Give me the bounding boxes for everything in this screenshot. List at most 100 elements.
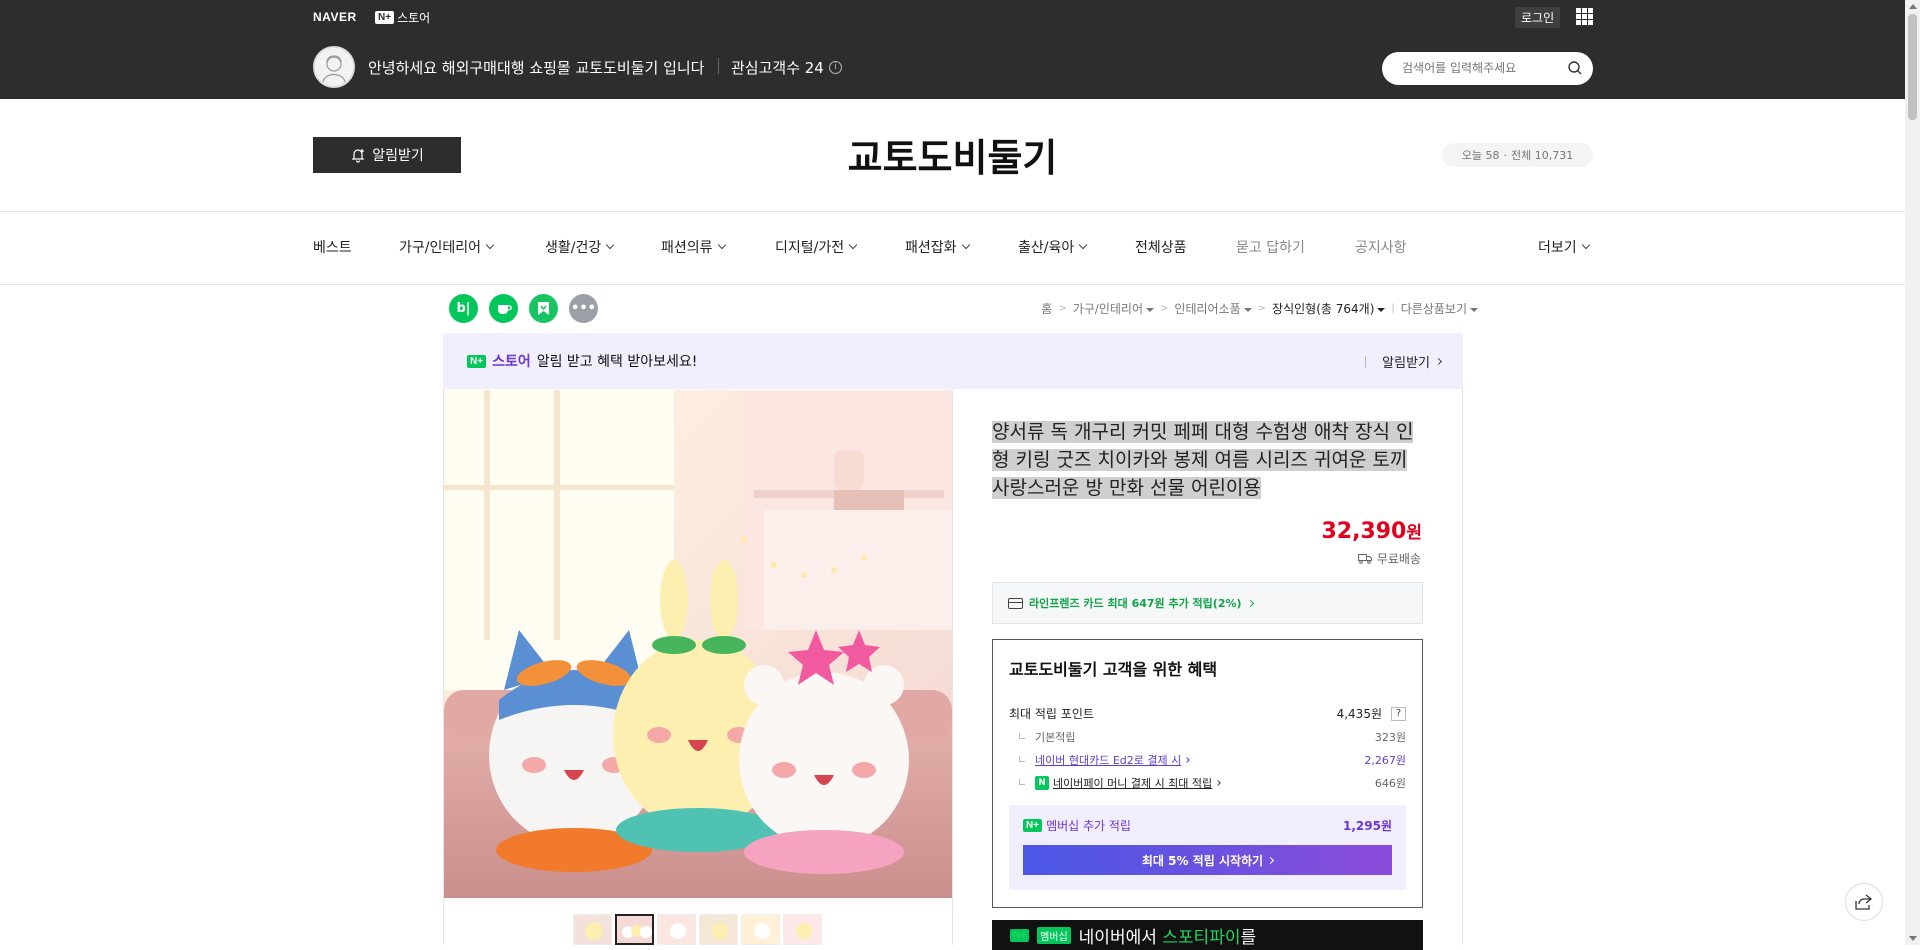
scroll-thumb[interactable] (1908, 14, 1917, 120)
top-bar: NAVER N+ 스토어 로그인 안녕하세요 해외구매대행 쇼핑몰 교토도비둘기… (0, 0, 1905, 99)
credit-card-icon (1008, 597, 1023, 609)
nav-item-fashion-goods[interactable]: 패션잡화 (905, 237, 970, 257)
chevron-right-icon (1215, 780, 1222, 786)
hyundai-card-value: 2,267원 (1364, 754, 1406, 767)
interest-count-label: 관심고객수 24 (731, 59, 824, 77)
store-avatar[interactable] (313, 46, 355, 88)
breadcrumb-home[interactable]: 홈 (1041, 300, 1052, 317)
basic-points-row: 기본적립 323원 (1019, 729, 1406, 745)
search-icon[interactable] (1567, 60, 1583, 76)
hyundai-card-row: 네이버 현대카드 Ed2로 결제 시 2,267원 (1019, 752, 1406, 768)
nav-item-more[interactable]: 더보기 (1538, 237, 1590, 257)
naver-logo[interactable]: NAVER (313, 10, 357, 24)
promo-message: N+ 스토어 알림 받고 혜택 받아보세요! (467, 351, 697, 371)
breadcrumb-other-products[interactable]: 다른상품보기 (1401, 300, 1478, 317)
nav-item-best[interactable]: 베스트 (313, 237, 352, 257)
npay-link[interactable]: 네이버페이 머니 결제 시 최대 적립 (1053, 775, 1212, 791)
membership-value: 1,295원 (1343, 819, 1392, 833)
indent-icon (1019, 732, 1025, 739)
divider (0, 211, 1905, 212)
breadcrumb-cat1[interactable]: 가구/인테리어 (1073, 300, 1155, 317)
breadcrumb-cat3[interactable]: 장식인형(총 764개) (1272, 300, 1386, 317)
promo-text: 알림 받고 혜택 받아보세요! (536, 354, 698, 370)
help-icon[interactable]: ? (1391, 706, 1406, 721)
shipping-label: 무료배송 (1376, 552, 1421, 566)
search-input[interactable] (1400, 60, 1560, 76)
max-points-row: 최대 적립 포인트 4,435원? (1009, 705, 1406, 722)
apps-grid-icon[interactable] (1576, 8, 1593, 25)
thumbnail-active[interactable] (615, 914, 654, 945)
share-float-button[interactable] (1845, 883, 1883, 921)
nav-item-notice[interactable]: 공지사항 (1355, 237, 1407, 257)
naver-pay-icon: N (1035, 776, 1049, 790)
divider (1365, 355, 1367, 368)
thumbnail[interactable] (657, 914, 696, 945)
store-title[interactable]: 교토도비둘기 (0, 127, 1905, 182)
nav-item-baby[interactable]: 출산/육아 (1018, 237, 1088, 257)
page-scrollbar[interactable] (1905, 0, 1920, 945)
thumbnail[interactable] (573, 914, 612, 945)
login-button[interactable]: 로그인 (1515, 7, 1561, 28)
thumbnail[interactable] (783, 914, 822, 945)
membership-button-label: 최대 5% 적립 시작하기 (1141, 853, 1264, 868)
nav-item-qna[interactable]: 묻고 답하기 (1236, 237, 1305, 257)
shipping-info: 무료배송 (1357, 550, 1421, 567)
breadcrumb: 홈 > 가구/인테리어 > 인테리어소품 > 장식인형(총 764개) | 다른… (1041, 300, 1478, 317)
chevron-right-icon (1434, 357, 1443, 366)
basic-points-value: 323원 (1374, 731, 1406, 744)
store-greeting: 안녕하세요 해외구매대행 쇼핑몰 교토도비둘기 입니다 (368, 59, 705, 77)
price-value: 32,390 (1321, 519, 1407, 544)
spotify-banner[interactable]: N+ 멤버십 네이버에서 스포티파이를 (992, 920, 1423, 950)
nav-item-all-products[interactable]: 전체상품 (1135, 237, 1187, 257)
promo-action-label: 알림받기 (1382, 356, 1430, 371)
chevron-right-icon (1246, 599, 1254, 607)
share-icon (1855, 894, 1873, 910)
caret-down-icon (1243, 307, 1252, 312)
promo-alarm-link[interactable]: 알림받기 (1365, 352, 1443, 371)
chevron-right-icon: > (1160, 303, 1169, 314)
npay-value: 646원 (1374, 777, 1406, 790)
thumbnail[interactable] (741, 914, 780, 945)
chevron-down-icon (1581, 240, 1590, 250)
cafe-share-icon[interactable] (489, 294, 518, 323)
caret-down-icon (1377, 307, 1386, 312)
chevron-right-icon (1184, 757, 1191, 763)
benefit-box: 교토도비둘기 고객을 위한 혜택 최대 적립 포인트 4,435원? 기본적립 … (992, 639, 1423, 908)
benefit-title: 교토도비둘기 고객을 위한 혜택 (1009, 660, 1218, 679)
scroll-up-arrow-icon[interactable] (1909, 4, 1917, 9)
nav-item-living[interactable]: 생활/건강 (545, 237, 615, 257)
visitors-total: 전체 10,731 (1511, 149, 1574, 162)
naver-plus-badge: N+ (467, 354, 487, 368)
info-icon[interactable]: i (828, 61, 842, 74)
category-nav: 베스트 가구/인테리어 생활/건강 패션의류 디지털/가전 패션잡화 출산/육아… (0, 237, 1905, 261)
search-box (1382, 52, 1593, 85)
nav-item-furniture[interactable]: 가구/인테리어 (399, 237, 495, 257)
breadcrumb-cat2[interactable]: 인테리어소품 (1174, 300, 1252, 317)
indent-icon (1019, 755, 1025, 762)
chevron-down-icon (485, 240, 495, 250)
naver-plus-badge: N+ (1010, 928, 1030, 942)
hyundai-card-link[interactable]: 네이버 현대카드 Ed2로 결제 시 (1035, 752, 1181, 768)
membership-row: N+ 멤버십 추가 적립 1,295원 (1023, 817, 1392, 834)
chevron-right-icon: > (1058, 303, 1067, 314)
blog-share-icon[interactable]: b| (449, 294, 478, 323)
card-benefit-text: 라인프렌즈 카드 최대 647원 추가 적립(2%) (1029, 597, 1242, 610)
max-points-value: 4,435원 (1336, 707, 1382, 721)
band-share-icon[interactable] (529, 294, 558, 323)
thumbnail[interactable] (699, 914, 738, 945)
divider: | (1391, 303, 1395, 314)
visitors-today: 오늘 58 (1461, 149, 1500, 162)
nav-item-fashion-clothing[interactable]: 패션의류 (661, 237, 726, 257)
more-share-icon[interactable]: ••• (569, 294, 598, 323)
divider (718, 58, 719, 74)
chevron-down-icon (848, 240, 858, 250)
scroll-down-arrow-icon[interactable] (1909, 936, 1917, 941)
membership-start-button[interactable]: 최대 5% 적립 시작하기 (1023, 845, 1392, 875)
nav-item-digital[interactable]: 디지털/가전 (775, 237, 858, 257)
card-benefit-link[interactable]: 라인프렌즈 카드 최대 647원 추가 적립(2%) (992, 582, 1423, 624)
product-main-image[interactable] (444, 390, 952, 898)
naver-plus-store-link[interactable]: N+ 스토어 (375, 9, 430, 26)
visitor-count: 오늘 58 · 전체 10,731 (1442, 143, 1593, 167)
product-title: 양서류 독 개구리 커밋 페페 대형 수험생 애착 장식 인형 키링 굿즈 치이… (992, 418, 1416, 502)
interest-count: 관심고객수 24 i (731, 57, 842, 78)
